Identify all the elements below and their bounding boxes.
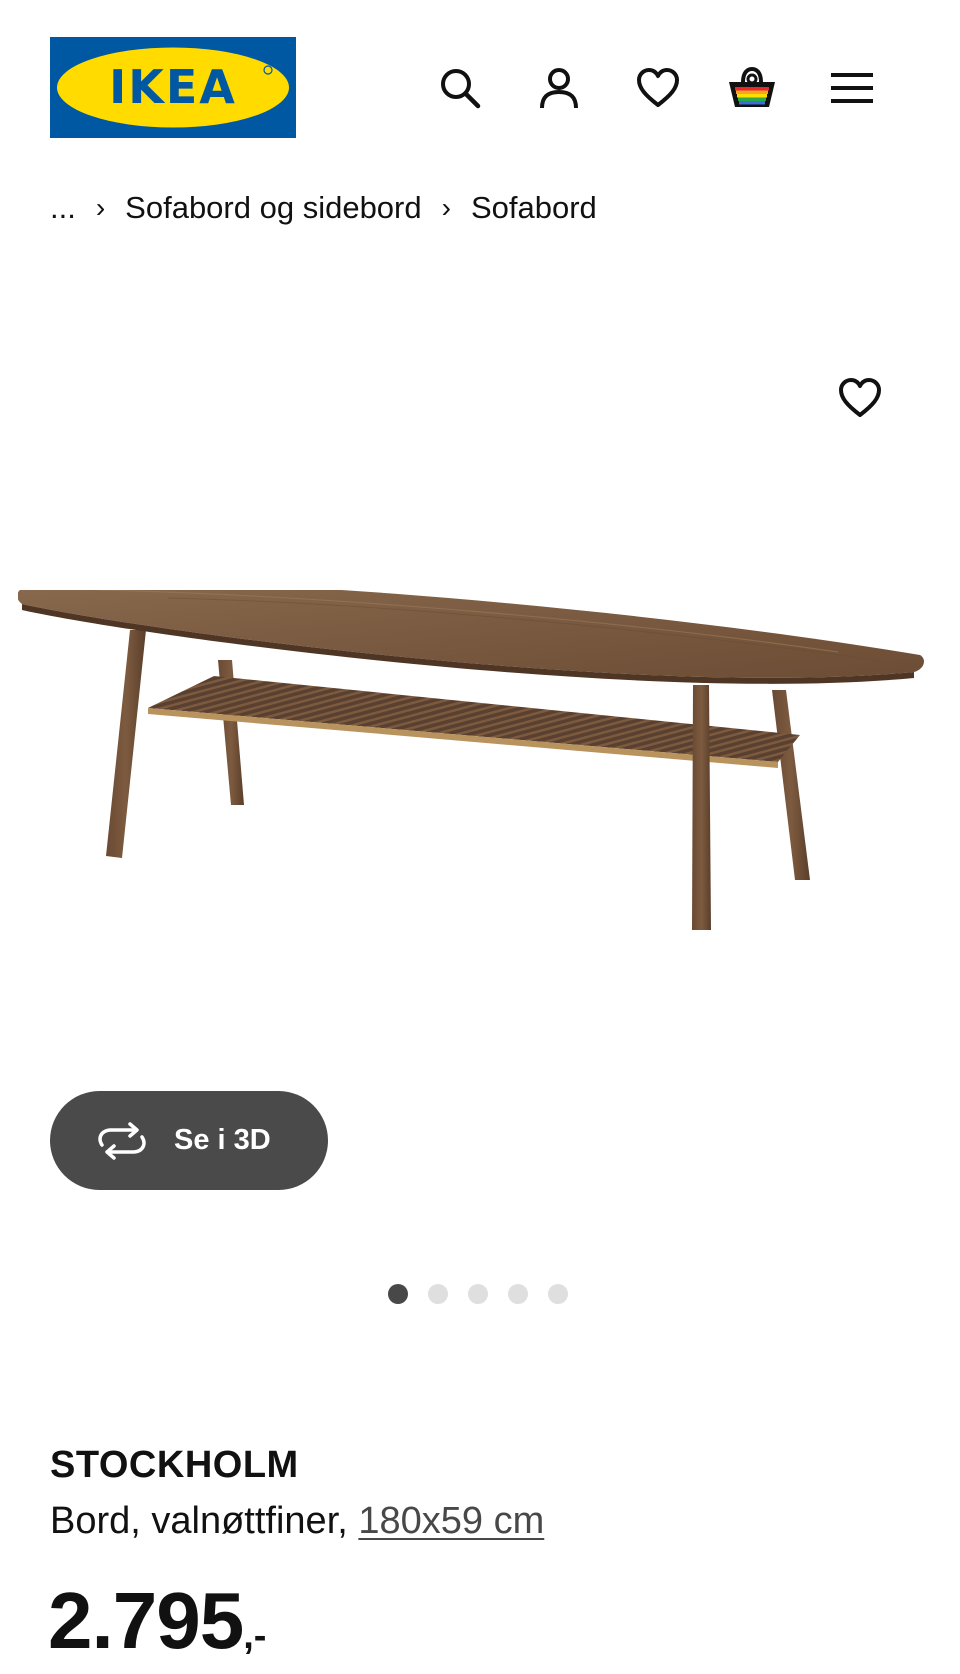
carousel-dot[interactable]: [508, 1284, 528, 1304]
breadcrumb: ... › Sofabord og sidebord › Sofabord: [50, 190, 597, 226]
breadcrumb-item-sofabord-og-sidebord[interactable]: Sofabord og sidebord: [125, 190, 421, 226]
carousel-indicator: [388, 1284, 588, 1304]
carousel-dot[interactable]: [428, 1284, 448, 1304]
price-main: 2.795: [48, 1576, 244, 1665]
price-suffix: ,-: [243, 1615, 267, 1657]
ikea-logo-text: IKEA: [109, 60, 237, 114]
rotate-3d-icon: [98, 1121, 146, 1160]
view-in-3d-button[interactable]: Se i 3D: [50, 1091, 328, 1190]
basket-icon[interactable]: [726, 62, 778, 114]
product-price: 2.795,-: [48, 1575, 266, 1667]
product-description-text: Bord, valnøttfiner,: [50, 1500, 348, 1542]
breadcrumb-item-sofabord[interactable]: Sofabord: [471, 190, 597, 226]
chevron-right-icon: ›: [95, 192, 106, 223]
product-description: Bord, valnøttfiner, 180x59 cm: [50, 1500, 544, 1543]
product-size-link[interactable]: 180x59 cm: [358, 1500, 544, 1542]
product-image[interactable]: [17, 581, 942, 960]
menu-icon[interactable]: [826, 62, 878, 114]
breadcrumb-ellipsis[interactable]: ...: [50, 190, 76, 226]
view-in-3d-label: Se i 3D: [174, 1124, 271, 1156]
search-icon[interactable]: [434, 62, 486, 114]
ikea-logo[interactable]: IKEA: [50, 37, 296, 138]
heart-icon: [839, 378, 881, 417]
carousel-dot[interactable]: [548, 1284, 568, 1304]
chevron-right-icon: ›: [441, 192, 451, 223]
account-icon[interactable]: [533, 62, 585, 114]
carousel-dot[interactable]: [388, 1284, 408, 1304]
add-to-wishlist-button[interactable]: [832, 370, 888, 426]
ikea-logo-mark: IKEA: [50, 37, 296, 138]
product-name: STOCKHOLM: [50, 1444, 299, 1486]
wishlist-icon[interactable]: [632, 62, 684, 114]
carousel-dot[interactable]: [468, 1284, 488, 1304]
